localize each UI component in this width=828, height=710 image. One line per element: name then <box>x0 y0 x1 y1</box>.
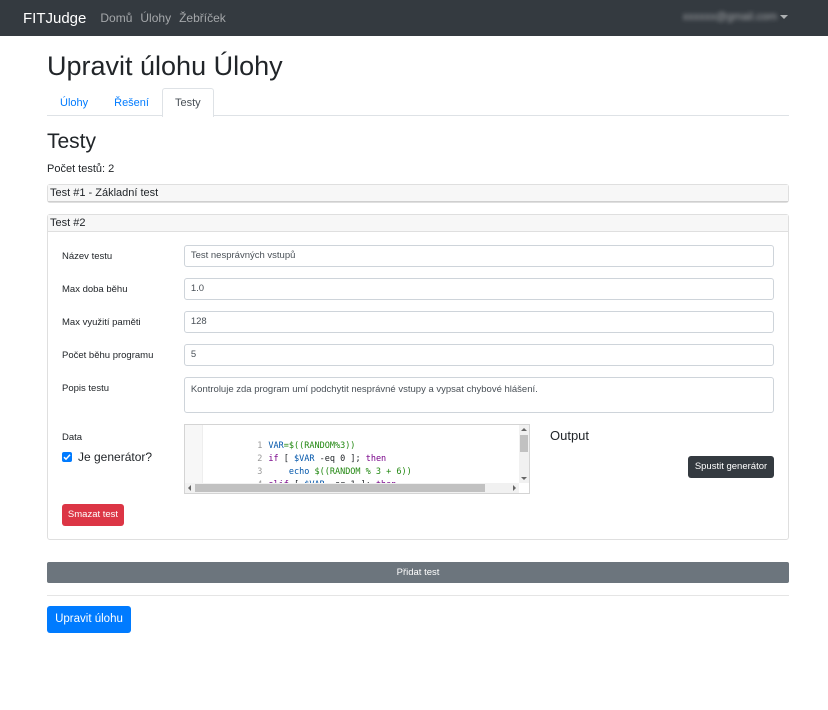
main-container: Upravit úlohu Úlohy Úlohy Řešení Testy T… <box>47 36 789 633</box>
run-generator-button[interactable]: Spustit generátor <box>688 455 774 478</box>
max-memory-input[interactable] <box>183 310 774 333</box>
test-card-2: Test #2 Název testu Max doba běhu Max vy… <box>47 213 789 540</box>
navbar: FITJudge Domů Úlohy Žebříček xxxxxx@gmai… <box>0 0 828 36</box>
data-row: Data Je generátor? 1 VAR=$((RANDOM%3)) 2i… <box>62 423 774 496</box>
run-count-input[interactable] <box>183 343 774 366</box>
delete-test-button[interactable]: Smazat test <box>62 503 124 526</box>
tab-tests[interactable]: Testy <box>161 88 214 118</box>
time-label: Max doba běhu <box>62 283 128 295</box>
memory-label: Max využití paměti <box>62 316 141 328</box>
nav-link-home[interactable]: Domů <box>100 11 132 25</box>
code-line: 4elif [ $VAR -eq 1 ]; then <box>185 466 396 490</box>
scroll-up-icon[interactable] <box>521 427 527 431</box>
horizontal-scrollbar[interactable] <box>185 482 519 493</box>
test-name-input[interactable] <box>183 244 774 267</box>
nav-link-leaderboard[interactable]: Žebříček <box>179 11 226 25</box>
nav-link-tasks[interactable]: Úlohy <box>140 11 171 25</box>
section-title: Testy <box>47 130 97 154</box>
tab-tasks[interactable]: Úlohy <box>47 88 101 116</box>
user-dropdown[interactable]: xxxxxx@gmail.com <box>683 11 788 23</box>
form-row-description: Popis testu Kontroluje zda program umí p… <box>62 376 774 413</box>
code-line: 3 echo $((RANDOM % 3 + 6)) <box>257 466 412 477</box>
brand-link[interactable]: FITJudge <box>23 10 86 27</box>
checkmark-icon <box>63 453 71 460</box>
generator-label: Je generátor? <box>78 449 153 464</box>
test-card-1: Test #1 - Základní test <box>47 183 789 203</box>
test-card-header[interactable]: Test #2 <box>48 214 788 232</box>
output-title: Output <box>550 427 590 443</box>
divider <box>47 594 789 596</box>
data-label: Data <box>62 431 83 443</box>
scroll-down-icon[interactable] <box>521 476 527 480</box>
test-count: Počet testů: 2 <box>47 162 115 175</box>
runs-label: Počet běhu programu <box>62 349 154 361</box>
update-task-button[interactable]: Upravit úlohu <box>47 605 131 633</box>
add-test-button[interactable]: Přidat test <box>47 561 789 583</box>
scroll-right-icon[interactable] <box>513 484 516 491</box>
scrollbar-thumb[interactable] <box>195 483 485 492</box>
tab-bar: Úlohy Řešení Testy <box>47 88 789 118</box>
code-editor[interactable]: 1 VAR=$((RANDOM%3)) 2 if [ $VAR -eq 0 ]; t… <box>184 423 530 494</box>
form-row-name: Název testu <box>62 244 774 267</box>
page-title: Upravit úlohu Úlohy <box>47 51 283 81</box>
form-row-memory: Max využití paměti <box>62 310 774 333</box>
user-email: xxxxxx@gmail.com <box>682 11 777 23</box>
caret-down-icon <box>780 15 788 19</box>
test-card-header[interactable]: Test #1 - Základní test <box>48 184 788 202</box>
description-label: Popis testu <box>62 382 109 394</box>
code-line: 1 VAR=$((RANDOM%3)) <box>257 440 356 451</box>
generator-checkbox-group[interactable]: Je generátor? <box>62 450 152 464</box>
description-textarea[interactable]: Kontroluje zda program umí podchytit nes… <box>183 376 774 413</box>
tab-solutions[interactable]: Řešení <box>101 88 162 116</box>
form-row-runs: Počet běhu programu <box>62 343 774 366</box>
scroll-left-icon[interactable] <box>188 484 191 491</box>
form-row-time: Max doba běhu <box>62 277 774 300</box>
test-card-body: Název testu Max doba běhu Max využití pa… <box>48 232 788 539</box>
vertical-scrollbar[interactable] <box>519 424 529 483</box>
generator-checkbox[interactable] <box>62 451 72 462</box>
scrollbar-thumb[interactable] <box>520 434 528 452</box>
max-time-input[interactable] <box>183 277 774 300</box>
code-line: 2 if [ $VAR -eq 0 ]; then <box>257 453 387 464</box>
name-label: Název testu <box>62 250 113 262</box>
